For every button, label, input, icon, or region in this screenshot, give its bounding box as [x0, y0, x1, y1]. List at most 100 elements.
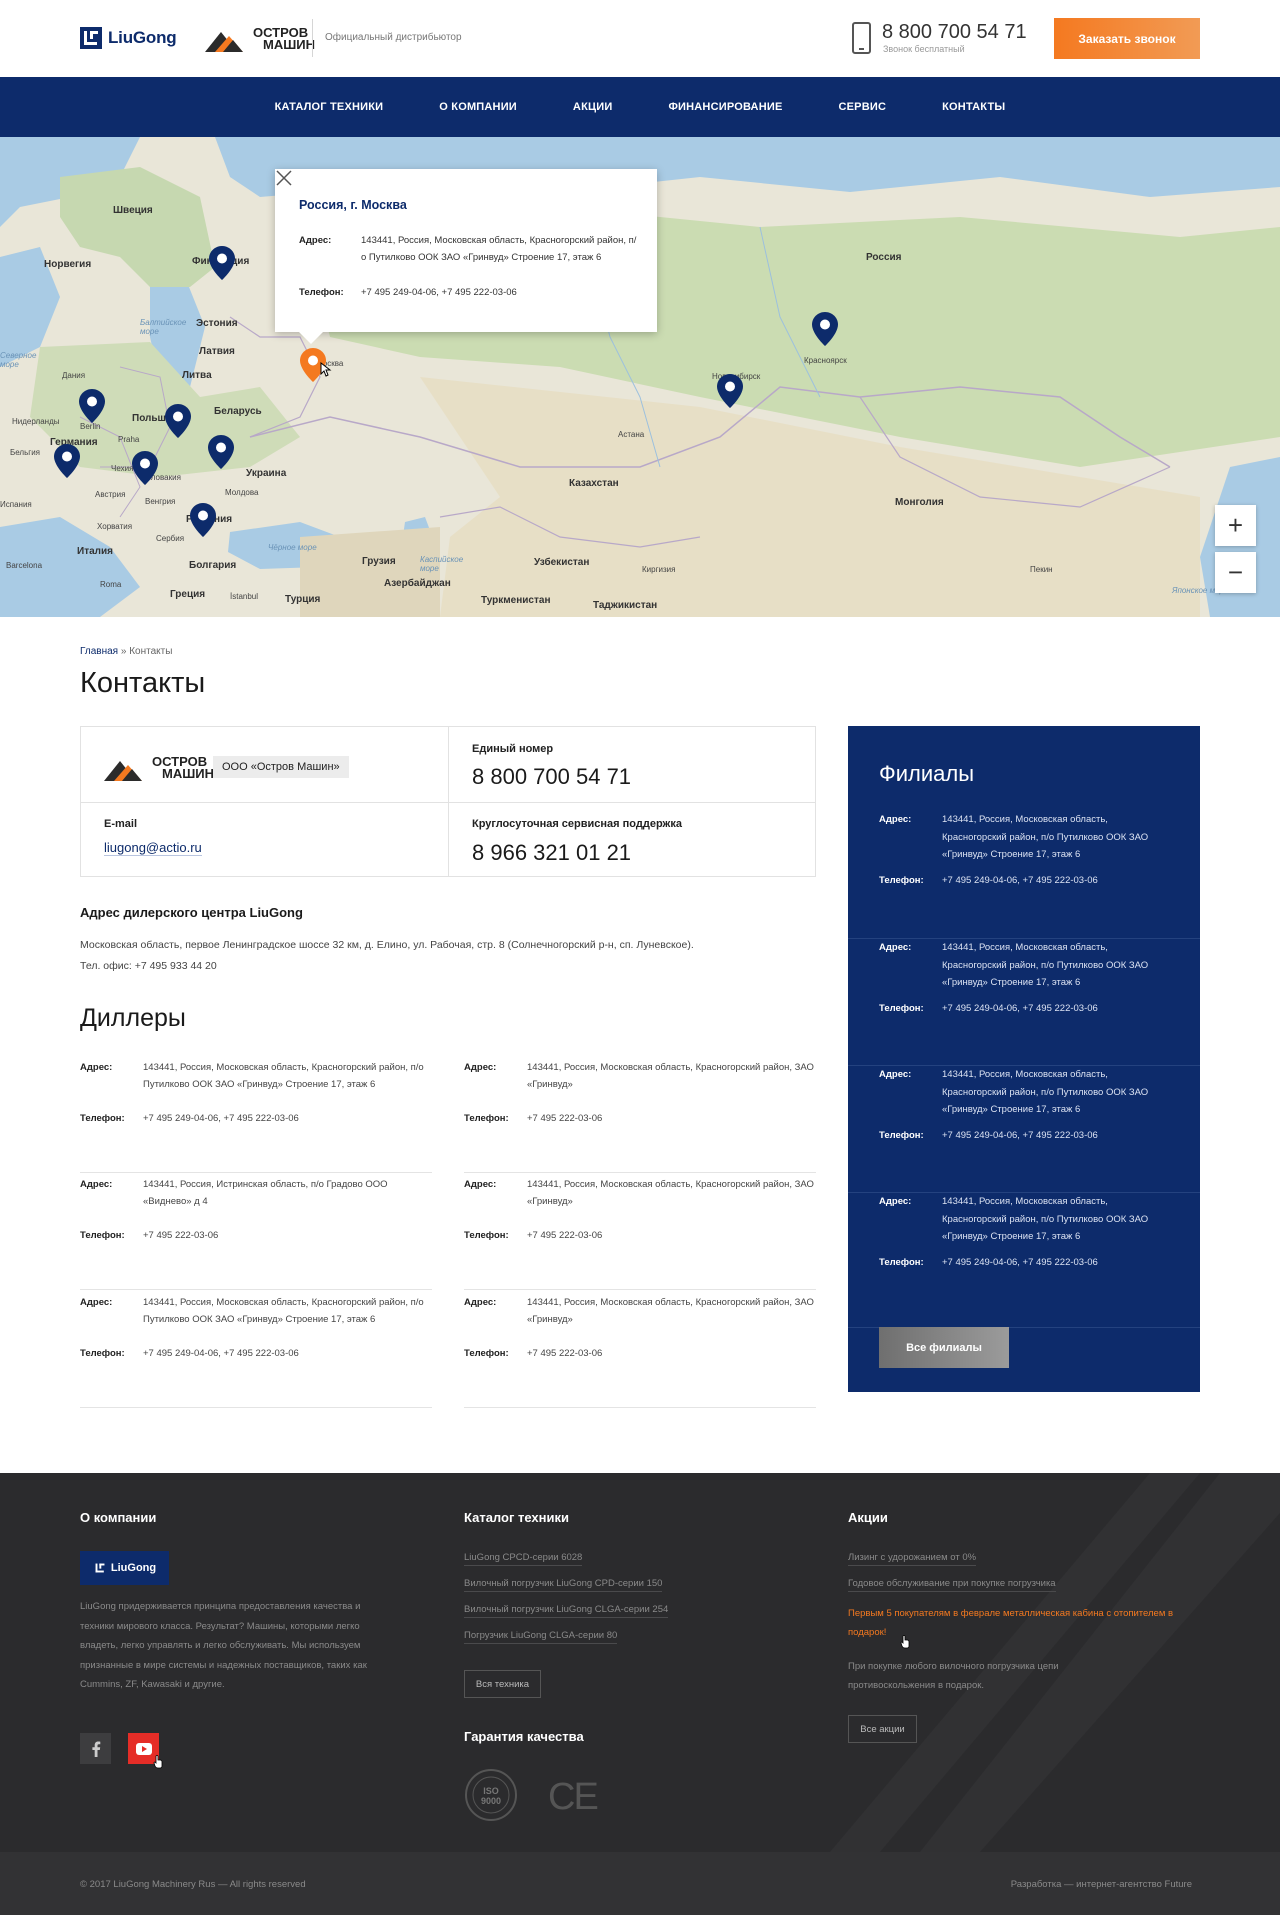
- map-pin-icon[interactable]: [812, 312, 838, 346]
- dealer-phone-label: Телефон:: [80, 1113, 125, 1124]
- map-pin-icon[interactable]: [208, 435, 234, 469]
- dealer-map[interactable]: Швеция Норвегия Финляндия Эстония Латвия…: [0, 137, 1280, 617]
- map-label-bulgaria: Болгария: [189, 560, 237, 571]
- footer-catalog-title: Каталог техники: [464, 1510, 569, 1525]
- map-label-azerbaijan: Азербайджан: [384, 578, 451, 589]
- map-pin-icon[interactable]: [190, 503, 216, 537]
- map-label-lithuania: Литва: [182, 370, 212, 381]
- footer-catalog-link[interactable]: Вилочный погрузчик LiuGong CPD-серии 150: [464, 1577, 663, 1592]
- email-label: E-mail: [104, 818, 138, 830]
- map-pin-icon[interactable]: [165, 404, 191, 438]
- branches-panel: Филиалы Адрес: 143441, Россия, Московская…: [848, 726, 1200, 1392]
- footer-catalog-link[interactable]: Погрузчик LiuGong CLGA-серии 80: [464, 1629, 618, 1644]
- footer-promo-highlight-link[interactable]: Первым 5 покупателям в феврале металличе…: [848, 1604, 1188, 1642]
- company-logo: ОСТРОВ МАШИН: [104, 753, 214, 783]
- dealer-address-label: Адрес:: [80, 1297, 113, 1308]
- branch-phone-row: Телефон: +7 495 249-04-06, +7 495 222-03-…: [879, 1254, 1152, 1272]
- liugong-logo-mark-icon: [95, 1563, 105, 1573]
- dealers-title: Диллеры: [80, 1004, 186, 1032]
- all-equipment-button[interactable]: Вся техника: [464, 1670, 541, 1698]
- footer-promo-link[interactable]: При покупке любого вилочного погрузчика …: [848, 1657, 1078, 1695]
- footer-promo-link[interactable]: Лизинг с удорожанием от 0%: [848, 1551, 977, 1566]
- map-pin-icon[interactable]: [54, 444, 80, 478]
- map-pin-icon[interactable]: [132, 451, 158, 485]
- header-divider: [312, 19, 313, 57]
- branch-address-label: Адрес:: [879, 1069, 912, 1080]
- all-branches-button[interactable]: Все филиалы: [879, 1327, 1009, 1368]
- map-label-roma: Roma: [100, 580, 122, 589]
- callback-button[interactable]: Заказать звонок: [1054, 18, 1200, 59]
- iso-certification-text: ISO 9000: [480, 1786, 502, 1806]
- cursor-icon: [153, 1755, 163, 1769]
- dealer-address-row: Адрес: 143441, Россия, Истринская область…: [80, 1176, 432, 1210]
- map-pin-icon[interactable]: [79, 389, 105, 423]
- dealer-center-office-phone: Тел. офис: +7 495 933 44 20: [80, 960, 217, 972]
- zoom-out-button[interactable]: −: [1215, 552, 1256, 593]
- header-phone-note: Звонок бесплатный: [883, 44, 965, 54]
- single-number-label: Единый номер: [472, 743, 554, 755]
- branch-phone-label: Телефон:: [879, 1003, 924, 1014]
- dealer-address-value: 143441, Россия, Московская область, Крас…: [143, 1297, 424, 1325]
- branch-address-label: Адрес:: [879, 814, 912, 825]
- dealer-address-value: 143441, Россия, Московская область, Крас…: [527, 1297, 814, 1325]
- company-name-badge: ООО «Остров Машин»: [213, 756, 349, 778]
- developer-credit-link[interactable]: Разработка — интернет-агентство Future: [1011, 1879, 1192, 1890]
- dealer-phone-value: +7 495 222-03-06: [527, 1230, 603, 1241]
- nav-item-promotions[interactable]: АКЦИИ: [545, 101, 641, 113]
- footer-catalog-link[interactable]: Вилочный погрузчик LiuGong CLGA-серии 25…: [464, 1603, 669, 1618]
- footer-promo-link[interactable]: Годовое обслуживание при покупке погрузч…: [848, 1577, 1056, 1592]
- branch-address-row: Адрес: 143441, Россия, Московская область…: [879, 1066, 1152, 1119]
- header-tagline: Официальный дистрибьютор: [325, 32, 462, 43]
- support-number-value[interactable]: 8 966 321 01 21: [472, 840, 631, 866]
- map-pin-icon[interactable]: [717, 374, 743, 408]
- map-label-ukraine: Украина: [246, 468, 287, 479]
- dealer-card: Адрес: 143441, Россия, Московская область…: [80, 1056, 432, 1173]
- nav-item-service[interactable]: СЕРВИС: [811, 101, 915, 113]
- map-label-netherlands: Нидерланды: [12, 417, 60, 426]
- dealer-center-address: Московская область, первое Ленинградское…: [80, 935, 800, 977]
- footer-catalog-link[interactable]: LiuGong CPCD-серии 6028: [464, 1551, 583, 1566]
- popup-phone-row: Телефон: +7 495 249-04-06, +7 495 222-03…: [299, 284, 641, 301]
- nav-item-about[interactable]: О КОМПАНИИ: [411, 101, 545, 113]
- map-label-norway: Норвегия: [44, 259, 92, 270]
- youtube-icon: [135, 1742, 152, 1755]
- dealer-card: Адрес: 143441, Россия, Истринская область…: [80, 1173, 432, 1290]
- nav-item-financing[interactable]: ФИНАНСИРОВАНИЕ: [640, 101, 810, 113]
- company-logo-line-2: МАШИН: [162, 766, 215, 781]
- branch-address-value: 143441, Россия, Московская область, Крас…: [942, 1196, 1149, 1242]
- nav-item-contacts[interactable]: КОНТАКТЫ: [914, 101, 1033, 113]
- email-link[interactable]: liugong@actio.ru: [104, 840, 202, 856]
- map-label-istanbul: İstanbul: [230, 592, 259, 601]
- map-label-kyrgyzstan: Киргизия: [642, 565, 676, 574]
- close-icon[interactable]: [275, 169, 293, 187]
- map-label-spain: Испания: [0, 500, 32, 509]
- branch-address-label: Адрес:: [879, 1196, 912, 1207]
- popup-address-row: Адрес: 143441, Россия, Московская област…: [299, 232, 641, 266]
- footer-liugong-logo[interactable]: LiuGong: [80, 1551, 169, 1585]
- dealer-card: Адрес: 143441, Россия, Московская область…: [464, 1291, 816, 1408]
- nav-item-catalog[interactable]: КАТАЛОГ ТЕХНИКИ: [247, 101, 412, 113]
- zoom-in-button[interactable]: +: [1215, 505, 1256, 546]
- dealer-address-label: Адрес:: [464, 1297, 497, 1308]
- breadcrumb: Главная » Контакты: [80, 646, 172, 657]
- footer-quality-title: Гарантия качества: [464, 1729, 584, 1744]
- header-phone[interactable]: 8 800 700 54 71: [882, 21, 1027, 44]
- facebook-button[interactable]: [80, 1733, 111, 1764]
- dealer-address-value: 143441, Россия, Московская область, Крас…: [527, 1179, 814, 1207]
- facebook-icon: [91, 1741, 100, 1757]
- liugong-logo[interactable]: LiuGong: [80, 27, 177, 49]
- map-pin-icon[interactable]: [209, 246, 235, 280]
- map-label-latvia: Латвия: [199, 346, 235, 357]
- breadcrumb-home-link[interactable]: Главная: [80, 646, 118, 657]
- map-label-praha: Praha: [118, 435, 140, 444]
- dealer-center-address-text: Московская область, первое Ленинградское…: [80, 939, 694, 951]
- dealer-phone-row: Телефон: +7 495 222-03-06: [464, 1110, 816, 1127]
- map-label-krasnoyarsk: Красноярск: [804, 356, 847, 365]
- popup-address-value: 143441, Россия, Московская область, Крас…: [361, 235, 637, 263]
- ostrov-mashin-logo[interactable]: ОСТРОВ МАШИН: [205, 24, 315, 54]
- single-number-value[interactable]: 8 800 700 54 71: [472, 764, 631, 790]
- map-label-russia: Россия: [866, 252, 902, 263]
- all-promotions-button[interactable]: Все акции: [848, 1715, 917, 1743]
- ostrov-mashin-text: ОСТРОВ МАШИН: [253, 26, 315, 51]
- dealer-phone-label: Телефон:: [80, 1348, 125, 1359]
